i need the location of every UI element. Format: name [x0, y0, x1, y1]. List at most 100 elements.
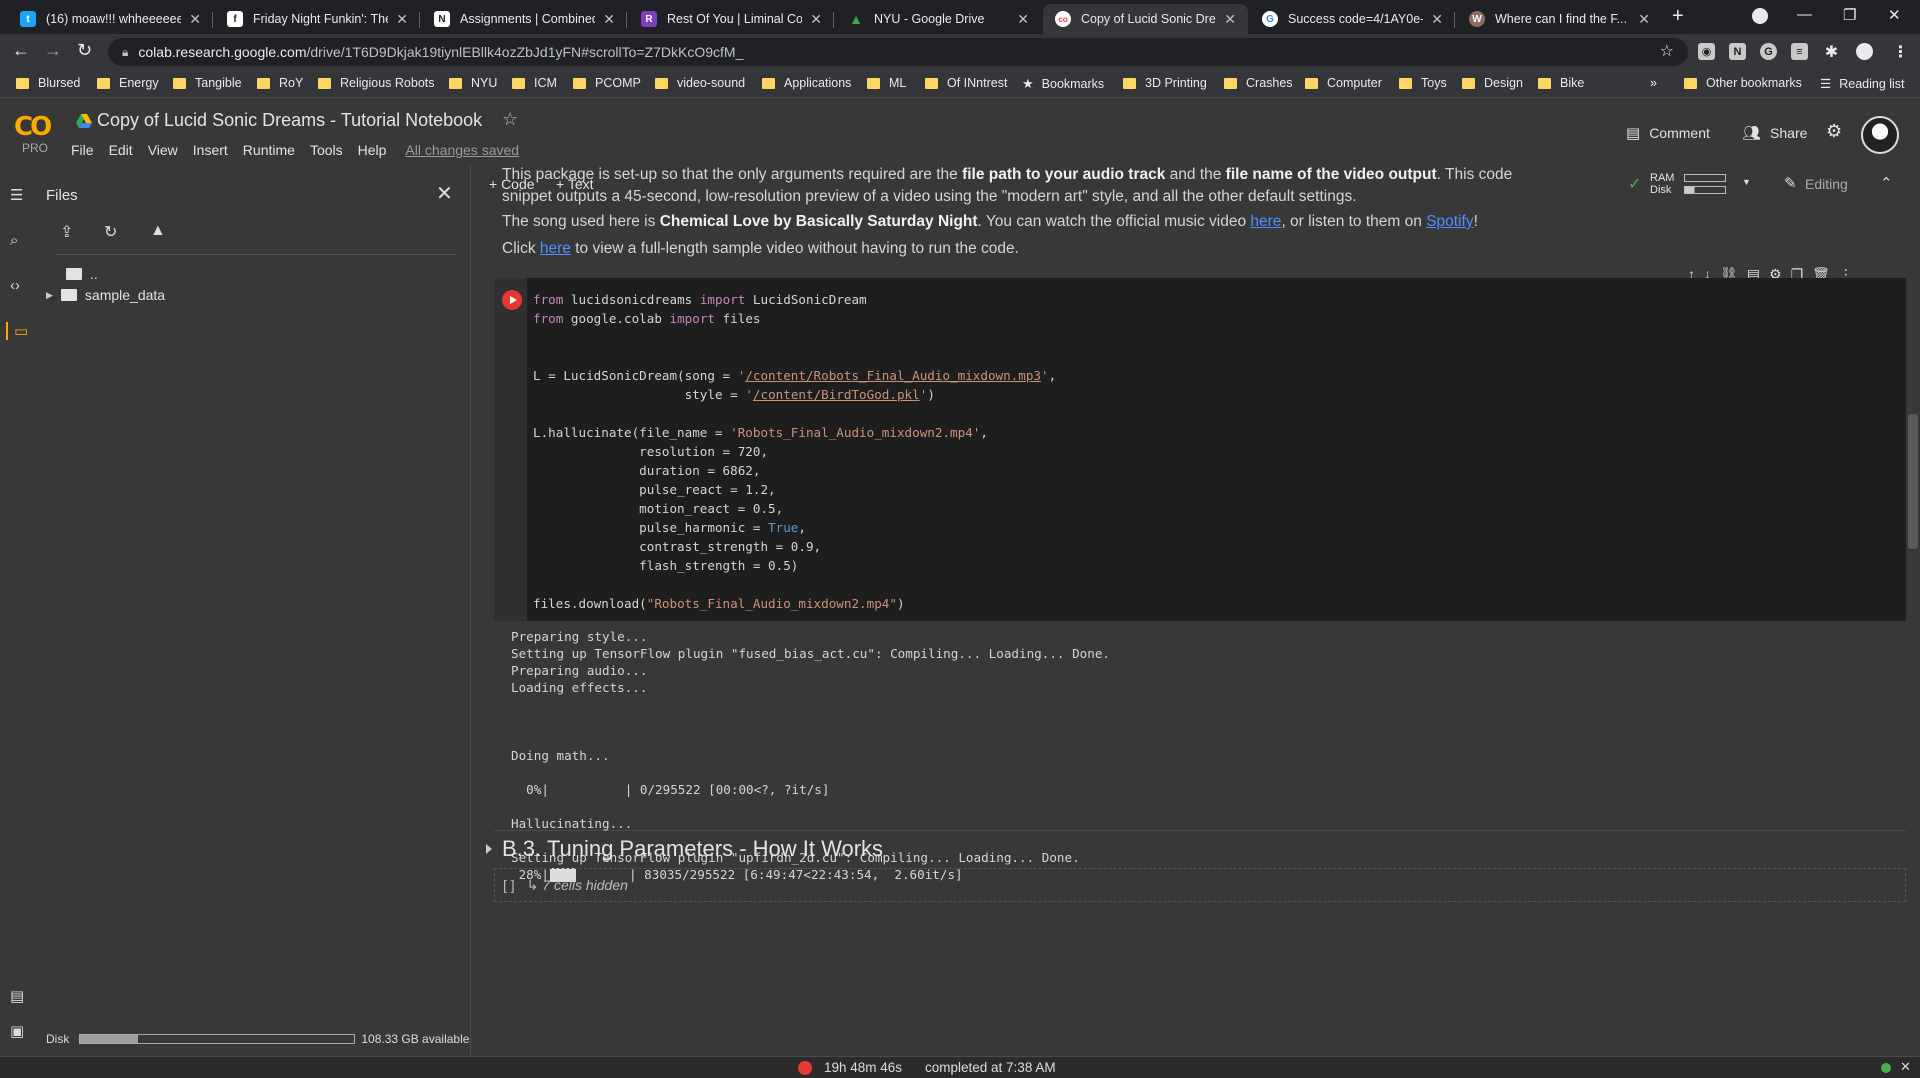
resources-indicator[interactable]: RAM Disk [1650, 172, 1674, 196]
files-icon[interactable]: ▭ [6, 322, 28, 340]
bookmark-folder[interactable]: RoY [257, 76, 303, 90]
close-icon[interactable]: ✕ [1900, 1059, 1911, 1075]
command-palette-icon[interactable]: ▤ [10, 987, 24, 1005]
close-tab-icon[interactable]: ✕ [603, 11, 615, 28]
comment-button[interactable]: ▤ Comment [1626, 124, 1710, 142]
browser-tab-active[interactable]: co Copy of Lucid Sonic Dream✕ [1043, 4, 1248, 34]
browser-tab[interactable]: W Where can I find the F... | M✕ [1457, 4, 1662, 34]
music-video-link[interactable]: here [1250, 213, 1281, 230]
bookmark-folder[interactable]: Religious Robots [318, 76, 435, 90]
spotify-link[interactable]: Spotify [1426, 213, 1473, 230]
close-tab-icon[interactable]: ✕ [396, 11, 408, 28]
bookmark-folder[interactable]: Bike [1538, 76, 1584, 90]
new-tab-button[interactable]: + [1672, 5, 1684, 28]
profile-icon[interactable] [1856, 43, 1873, 60]
parent-folder[interactable]: .. [66, 266, 98, 282]
menu-runtime[interactable]: Runtime [243, 142, 295, 158]
bookmark-folder[interactable]: Energy [97, 76, 159, 90]
tab-search-icon[interactable] [1752, 8, 1768, 24]
expand-icon[interactable]: ▶ [46, 290, 53, 301]
browser-tab[interactable]: R Rest Of You | Liminal Comp✕ [629, 4, 834, 34]
bookmark-folder[interactable]: ★ Bookmarks [1022, 76, 1104, 92]
folder-sample-data[interactable]: ▶ sample_data [46, 287, 165, 303]
menu-view[interactable]: View [148, 142, 178, 158]
resources-dropdown-icon[interactable]: ▼ [1742, 177, 1751, 187]
menu-edit[interactable]: Edit [109, 142, 133, 158]
bookmark-folder[interactable]: video-sound [655, 76, 745, 90]
section-heading[interactable]: B.3. Tuning Parameters - How It Works [502, 836, 883, 862]
close-tab-icon[interactable]: ✕ [1431, 11, 1443, 28]
more-menu-icon[interactable]: ⋮ [1892, 43, 1909, 61]
hidden-cells-row[interactable]: [ ] ↳ 7 cells hidden [494, 868, 1906, 902]
close-tab-icon[interactable]: ✕ [1224, 11, 1236, 28]
search-icon[interactable]: ⌕ [10, 232, 18, 249]
code-cell[interactable]: from lucidsonicdreams import LucidSonicD… [494, 278, 1906, 621]
bookmark-folder[interactable]: Tangible [173, 76, 242, 90]
bookmark-folder[interactable]: 3D Printing [1123, 76, 1207, 90]
notion-extension-icon[interactable]: N [1729, 43, 1746, 60]
refresh-folder-icon[interactable]: ↻ [104, 222, 126, 244]
collapse-header-icon[interactable]: ⌃ [1880, 174, 1893, 192]
menu-file[interactable]: File [71, 142, 94, 158]
section-expand-icon[interactable] [486, 844, 492, 854]
other-bookmarks[interactable]: Other bookmarks [1684, 76, 1802, 90]
back-icon[interactable]: ← [12, 40, 30, 61]
bookmark-folder[interactable]: Toys [1399, 76, 1447, 90]
grammar-extension-icon[interactable]: G [1760, 43, 1777, 60]
address-bar[interactable]: 🔒︎ colab.research.google.com/drive/1T6D9… [108, 38, 1688, 66]
colab-logo[interactable]: CO [14, 112, 52, 142]
close-icon[interactable]: ✕ [436, 181, 453, 206]
browser-tab[interactable]: t (16) moaw!!! whheeeeeeee✕ [8, 4, 213, 34]
toc-icon[interactable]: ☰ [10, 186, 23, 204]
close-window-icon[interactable]: ✕ [1888, 6, 1901, 24]
settings-icon[interactable]: ⚙ [1826, 121, 1842, 142]
docs-extension-icon[interactable]: ≡ [1791, 43, 1808, 60]
close-tab-icon[interactable]: ✕ [189, 11, 201, 28]
menu-help[interactable]: Help [358, 142, 387, 158]
puzzle-icon[interactable]: ✱ [1823, 43, 1840, 61]
menu-insert[interactable]: Insert [193, 142, 228, 158]
star-icon[interactable]: ☆ [502, 109, 518, 130]
browser-tab[interactable]: N Assignments | Combined ✕ [422, 4, 627, 34]
avatar[interactable] [1861, 116, 1899, 154]
bookmark-star-icon[interactable]: ☆ [1660, 41, 1674, 61]
reload-icon[interactable]: ↻ [77, 40, 92, 61]
save-status[interactable]: All changes saved [405, 142, 519, 158]
bookmark-folder[interactable]: PCOMP [573, 76, 641, 90]
bookmark-folder[interactable]: Applications [762, 76, 851, 90]
code-editor[interactable]: from lucidsonicdreams import LucidSonicD… [533, 290, 1056, 613]
bookmark-folder[interactable]: ICM [512, 76, 557, 90]
close-tab-icon[interactable]: ✕ [1017, 11, 1029, 28]
reading-list[interactable]: ☰ Reading list [1820, 76, 1905, 92]
close-tab-icon[interactable]: ✕ [1638, 11, 1650, 28]
bookmark-folder[interactable]: Blursed [16, 76, 80, 90]
share-button[interactable]: 👥︎ Share [1742, 124, 1807, 142]
bookmark-folder[interactable]: Crashes [1224, 76, 1293, 90]
minimize-icon[interactable]: — [1797, 6, 1812, 23]
browser-tab[interactable]: G Success code=4/1AY0e-g4 ✕ [1250, 4, 1455, 34]
scrollbar[interactable] [1908, 414, 1918, 549]
forward-icon[interactable]: → [44, 40, 62, 61]
editing-mode[interactable]: Editing [1805, 176, 1848, 192]
mount-drive-icon[interactable]: ▲ [150, 222, 172, 244]
terminal-icon[interactable]: ▣ [10, 1022, 24, 1040]
sample-video-link[interactable]: here [540, 240, 571, 257]
close-tab-icon[interactable]: ✕ [810, 11, 822, 28]
restore-icon[interactable]: ❐ [1843, 6, 1856, 24]
browser-tab[interactable]: f Friday Night Funkin': The F ✕ [215, 4, 420, 34]
elapsed-time[interactable]: 19h 48m 46s [824, 1060, 902, 1075]
bookmark-folder[interactable]: Computer [1305, 76, 1382, 90]
bookmarks-overflow-button[interactable]: » [1650, 76, 1657, 90]
extension-icon[interactable]: ◉ [1698, 43, 1715, 60]
bookmark-folder[interactable]: NYU [449, 76, 497, 90]
drive-icon[interactable] [76, 114, 92, 128]
code-snippets-icon[interactable]: ‹› [10, 277, 20, 294]
browser-tab[interactable]: ▲ NYU - Google Drive ✕ [836, 4, 1041, 34]
bookmark-folder[interactable]: Of INntrest [925, 76, 1007, 90]
notebook-title[interactable]: Copy of Lucid Sonic Dreams - Tutorial No… [97, 110, 482, 131]
menu-tools[interactable]: Tools [310, 142, 343, 158]
bookmark-folder[interactable]: Design [1462, 76, 1523, 90]
upload-file-icon[interactable]: ⇪ [60, 222, 82, 244]
bookmark-folder[interactable]: ML [867, 76, 906, 90]
stop-run-button[interactable] [502, 290, 522, 310]
